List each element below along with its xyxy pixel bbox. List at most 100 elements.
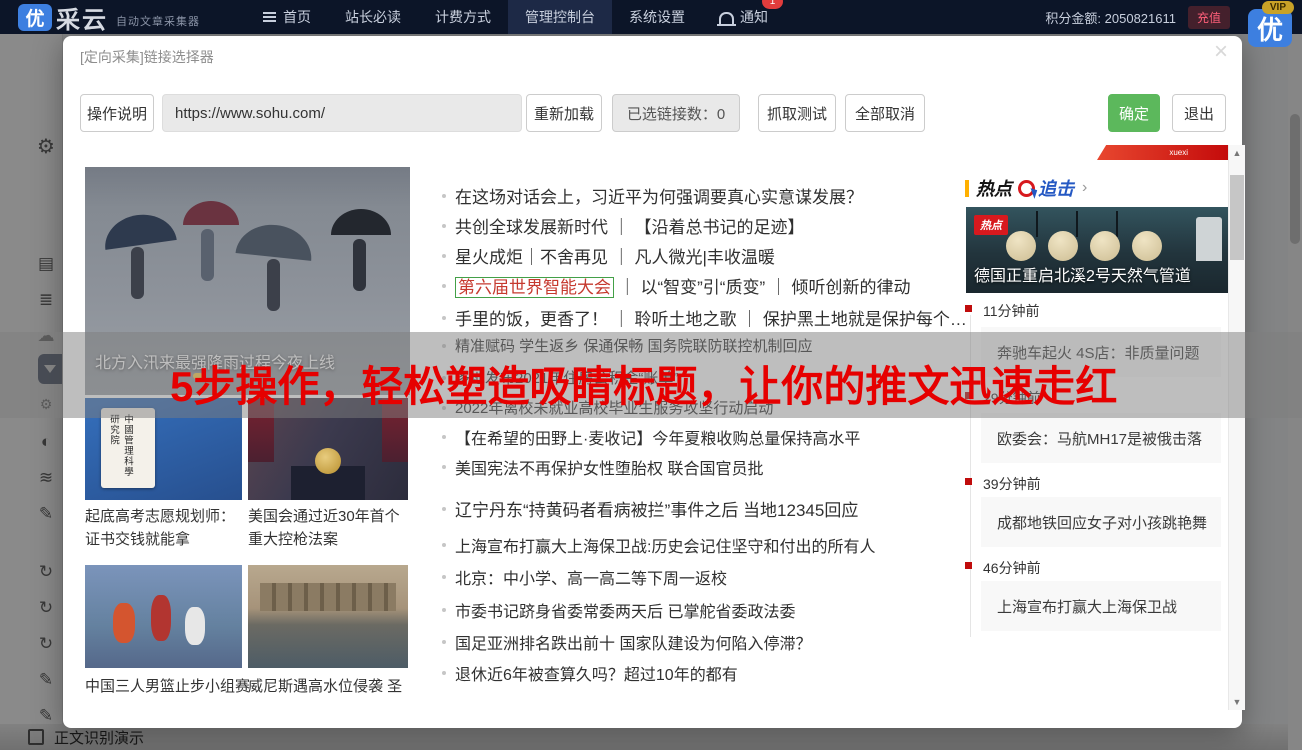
hamburger-icon <box>263 16 276 18</box>
gas-tank-shape <box>1132 231 1162 261</box>
headline-link[interactable]: 上海宣布打赢大上海保卫战:历史会记住坚守和付出的所有人 <box>441 533 875 557</box>
pedestrian-shape <box>353 239 366 291</box>
nav-item-system-settings[interactable]: 系统设置 <box>612 0 702 34</box>
headline-link[interactable]: 退休近6年被查算久吗？超过10年的都有 <box>442 661 738 685</box>
nav-item-home[interactable]: 首页 <box>246 0 328 34</box>
news-photo-venice[interactable] <box>248 565 408 668</box>
brand-name: 采云 <box>56 6 108 34</box>
building-shape <box>260 583 396 611</box>
timeline-item[interactable]: 成都地铁回应女子对小孩跳艳舞 <box>981 497 1221 547</box>
nav-item-admin-console[interactable]: 管理控制台 <box>508 0 612 34</box>
headline-rest: ｜ 以“智变”引“质变” ｜ 倾听创新的律动 <box>618 278 911 297</box>
preview-scrollbar[interactable]: ▲ ▼ <box>1228 145 1245 710</box>
scroll-down-arrow-icon[interactable]: ▼ <box>1229 694 1245 710</box>
chase-label: 追击 <box>1038 179 1074 199</box>
url-input[interactable] <box>162 94 522 132</box>
nav-item-notifications-label: 通知 <box>740 9 768 25</box>
pedestrian-shape <box>131 247 144 299</box>
nav-item-billing[interactable]: 计费方式 <box>418 0 508 34</box>
target-cursor-icon <box>1018 179 1035 197</box>
headline-link[interactable]: 美国宪法不再保护女性堕胎权 联合国官员批 <box>441 455 763 479</box>
preview-scrollbar-thumb[interactable] <box>1230 175 1244 260</box>
headline-link[interactable]: 星火成炬｜不舍再见 ｜ 凡人微光|丰收温暖 <box>442 243 775 268</box>
webpage-preview: xuexi 北方入汛来最强降雨过程今夜上线 中國管理科學研究院 <box>78 145 1228 710</box>
cancel-all-button[interactable]: 全部取消 <box>845 94 925 132</box>
brand-logo-icon[interactable]: 优 <box>18 3 52 31</box>
headline-link[interactable]: 共创全球发展新时代 ｜ 【沿着总书记的足迹】 <box>441 213 804 238</box>
nav-item-webmaster-guide[interactable]: 站长必读 <box>328 0 418 34</box>
headline-link[interactable]: 手里的饭，更香了！ ｜ 聆听土地之歌 ｜ 保护黑土地就是保护每个… <box>442 305 967 330</box>
close-icon[interactable]: × <box>1214 40 1228 64</box>
pedestrian-shape <box>267 259 280 311</box>
pedestrian-shape <box>201 229 214 281</box>
news-photo-basketball[interactable] <box>85 565 242 668</box>
timeline-time[interactable]: 11分钟前 <box>983 301 1040 321</box>
hot-section-header[interactable]: 热点 追击 › <box>965 175 1087 201</box>
hot-label: 热点 <box>976 179 1012 199</box>
nav-menu: 首页 站长必读 计费方式 管理控制台 系统设置 通知 1 <box>246 0 785 34</box>
hot-lead-caption[interactable]: 德国正重启北溪2号天然气管道 <box>974 262 1191 286</box>
gas-tank-shape <box>1006 231 1036 261</box>
headline-link[interactable]: 国足亚洲排名跌出前十 国家队建设为何陷入停滞？ <box>441 630 811 654</box>
photo-caption[interactable]: 起底高考志愿规划师：证书交钱就能拿 <box>85 505 237 552</box>
player-shape <box>151 595 171 641</box>
timeline-bullet <box>965 305 972 312</box>
help-button[interactable]: 操作说明 <box>80 94 154 132</box>
promo-ribbon: xuexi <box>1097 145 1228 160</box>
timeline-time[interactable]: 46分钟前 <box>983 558 1041 578</box>
nav-item-home-label: 首页 <box>283 9 311 25</box>
plaque-text: 中國管理科學研究院 <box>108 414 133 477</box>
chevron-right-icon[interactable]: › <box>1082 179 1087 197</box>
timeline-bullet <box>965 478 972 485</box>
headline-link[interactable]: 【在希望的田野上·麦收记】今年夏粮收购总量保持高水平 <box>441 425 860 449</box>
player-shape <box>185 607 205 645</box>
umbrella-shape <box>183 201 239 225</box>
headline-link[interactable]: 在这场对话会上，习近平为何强调要真心实意谋发展？ <box>442 183 863 208</box>
reload-button[interactable]: 重新加载 <box>526 94 602 132</box>
headline-link[interactable]: 市委书记跻身省委常委两天后 已掌舵省委政法委 <box>441 598 795 622</box>
hot-lead-photo[interactable]: 热点 德国正重启北溪2号天然气管道 <box>966 207 1228 293</box>
timeline-time[interactable]: 39分钟前 <box>983 474 1041 494</box>
seal-shape <box>315 448 341 474</box>
avatar[interactable]: 优 <box>1248 9 1292 47</box>
photo-caption[interactable]: 中国三人男篮止步小组赛 <box>85 675 250 698</box>
gas-tank-shape <box>1048 231 1078 261</box>
player-shape <box>113 603 135 643</box>
selected-links-counter: 已选链接数：0 <box>612 94 740 132</box>
timeline-bullet <box>965 562 972 569</box>
scroll-up-arrow-icon[interactable]: ▲ <box>1229 145 1245 161</box>
umbrella-shape <box>101 210 177 250</box>
mast-shape <box>1036 211 1038 237</box>
vip-badge: VIP <box>1261 1 1294 14</box>
recharge-button[interactable]: 充值 <box>1187 5 1230 29</box>
umbrella-shape <box>235 221 315 261</box>
brand-subtitle: 自动文章采集器 <box>116 16 200 28</box>
headline-link[interactable]: 辽宁丹东“持黄码者看病被拦”事件之后 当地12345回应 <box>441 496 858 521</box>
yellow-bar <box>965 179 969 197</box>
ship-shape <box>1196 217 1222 261</box>
promo-overlay-text: 5步操作，轻松塑造吸睛标题，让你的推文迅速走红 <box>170 363 1118 410</box>
points-balance: 积分金额: 2050821611 <box>1045 10 1176 26</box>
notification-badge: 1 <box>762 0 783 9</box>
confirm-button[interactable]: 确定 <box>1108 94 1160 132</box>
dialog-title: [定向采集]链接选择器 <box>80 49 214 65</box>
top-navbar: 优 采云 自动文章采集器 首页 站长必读 计费方式 管理控制台 系统设置 通知 … <box>0 0 1302 34</box>
grab-test-button[interactable]: 抓取测试 <box>758 94 836 132</box>
plaque-shape: 中國管理科學研究院 <box>101 408 155 488</box>
gas-tank-shape <box>1090 231 1120 261</box>
headline-link[interactable]: 北京：中小学、高一高二等下周一返校 <box>441 565 727 589</box>
umbrella-shape <box>331 209 391 235</box>
photo-caption[interactable]: 美国会通过近30年首个重大控枪法案 <box>248 505 408 552</box>
nav-item-notifications[interactable]: 通知 1 <box>702 0 785 34</box>
mast-shape <box>1076 211 1078 237</box>
headline-link[interactable]: 第六届世界智能大会 ｜ 以“智变”引“质变” ｜ 倾听创新的律动 <box>442 273 911 298</box>
timeline-item[interactable]: 欧委会：马航MH17是被俄击落 <box>981 413 1221 463</box>
exit-button[interactable]: 退出 <box>1172 94 1226 132</box>
mast-shape <box>1116 211 1118 237</box>
photo-caption[interactable]: 威尼斯遇高水位侵袭 圣 <box>248 675 410 698</box>
timeline-item[interactable]: 上海宣布打赢大上海保卫战 <box>981 581 1221 631</box>
app-root: ⚙ ▤ ≣ ☁ ⚙ ◐ ≋ ✎ ↻ ↻ ↻ ✎ ✎ 正文识别演示 优 采云 自动… <box>0 0 1302 750</box>
hot-corner-badge: 热点 <box>974 215 1008 235</box>
selected-link-highlight[interactable]: 第六届世界智能大会 <box>455 277 614 298</box>
bell-icon <box>717 12 736 26</box>
